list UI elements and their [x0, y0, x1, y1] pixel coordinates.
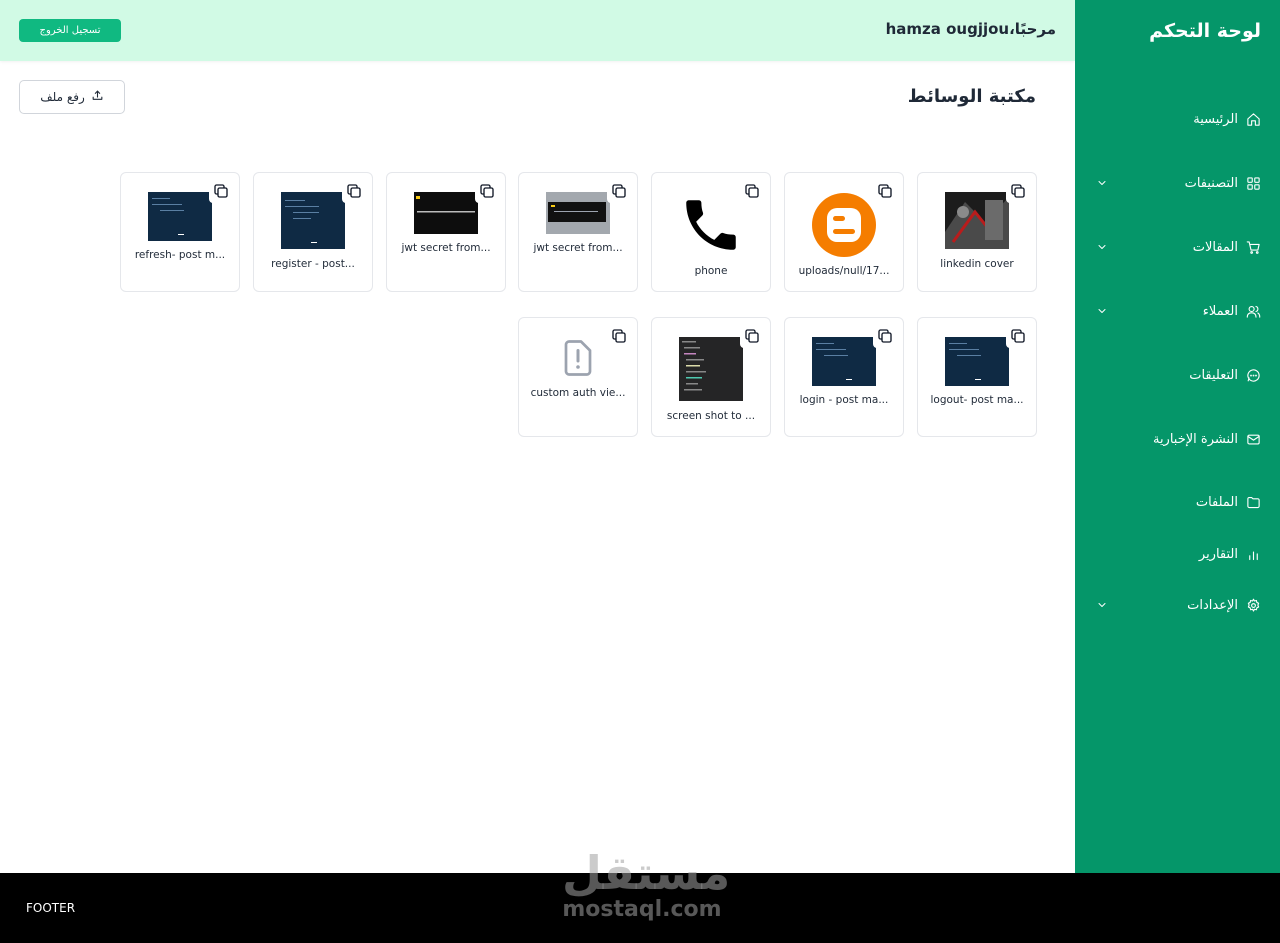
- file-name: phone: [694, 265, 728, 277]
- home-icon: [1245, 111, 1261, 127]
- media-card[interactable]: jwt secret from...: [386, 172, 506, 292]
- upload-icon: [91, 89, 104, 105]
- file-alert-icon: [558, 336, 598, 380]
- image-thumbnail: [945, 337, 1009, 386]
- image-thumbnail: [148, 192, 212, 241]
- file-name: jwt secret from...: [401, 242, 491, 254]
- media-card[interactable]: uploads/null/17...: [784, 172, 904, 292]
- image-thumbnail: [679, 337, 743, 401]
- sidebar-item-customers[interactable]: العملاء: [1075, 297, 1280, 325]
- file-name: logout- post ma...: [930, 394, 1024, 406]
- media-card[interactable]: jwt secret from...: [518, 172, 638, 292]
- file-name: linkedin cover: [940, 258, 1014, 270]
- blogger-logo-thumbnail: [811, 192, 877, 258]
- gear-icon: [1245, 597, 1261, 613]
- file-name: screen shot to ...: [666, 410, 756, 422]
- sidebar-item-comments[interactable]: التعليقات: [1075, 361, 1280, 389]
- copy-icon[interactable]: [209, 179, 233, 203]
- mail-icon: [1245, 431, 1261, 447]
- message-icon: [1245, 367, 1261, 383]
- file-name: login - post ma...: [799, 394, 889, 406]
- file-name: custom auth vie...: [530, 387, 626, 399]
- file-name: jwt secret from...: [533, 242, 623, 254]
- watermark: مستقل mostaql.com: [562, 846, 731, 922]
- image-thumbnail: [546, 192, 610, 234]
- copy-icon[interactable]: [740, 324, 764, 348]
- phone-icon: [678, 192, 744, 258]
- copy-icon[interactable]: [873, 179, 897, 203]
- sidebar-item-home[interactable]: الرئيسية: [1075, 105, 1280, 133]
- chevron-down-icon[interactable]: [1095, 304, 1109, 318]
- sidebar: لوحة التحكم الرئيسية التصنيفات المقالات …: [1075, 0, 1280, 873]
- sidebar-item-files[interactable]: الملفات: [1075, 488, 1280, 516]
- sidebar-item-label: النشرة الإخبارية: [1152, 431, 1238, 447]
- cart-icon: [1245, 239, 1261, 255]
- footer-text: FOOTER: [26, 901, 76, 915]
- copy-icon[interactable]: [475, 179, 499, 203]
- grid-icon: [1245, 175, 1261, 191]
- media-card[interactable]: refresh- post m...: [120, 172, 240, 292]
- file-name: refresh- post m...: [134, 249, 226, 261]
- sidebar-item-label: العملاء: [1202, 303, 1238, 319]
- image-thumbnail: [812, 337, 876, 386]
- sidebar-item-articles[interactable]: المقالات: [1075, 233, 1280, 261]
- copy-icon[interactable]: [607, 179, 631, 203]
- sidebar-item-label: التقارير: [1198, 546, 1238, 562]
- watermark-arabic: مستقل: [562, 846, 731, 900]
- copy-icon[interactable]: [1006, 179, 1030, 203]
- sidebar-item-newsletter[interactable]: النشرة الإخبارية: [1075, 425, 1280, 453]
- media-card[interactable]: register - post...: [253, 172, 373, 292]
- media-card[interactable]: custom auth vie...: [518, 317, 638, 437]
- media-card[interactable]: logout- post ma...: [917, 317, 1037, 437]
- copy-icon[interactable]: [740, 179, 764, 203]
- sidebar-item-label: الرئيسية: [1193, 111, 1238, 127]
- copy-icon[interactable]: [873, 324, 897, 348]
- media-card[interactable]: phone: [651, 172, 771, 292]
- sidebar-item-label: الملفات: [1195, 494, 1238, 510]
- folder-icon: [1245, 494, 1261, 510]
- logout-button[interactable]: تسجيل الخروج: [19, 19, 121, 42]
- file-name: uploads/null/17...: [798, 265, 890, 277]
- sidebar-item-categories[interactable]: التصنيفات: [1075, 169, 1280, 197]
- chevron-down-icon[interactable]: [1095, 176, 1109, 190]
- copy-icon[interactable]: [342, 179, 366, 203]
- sidebar-title: لوحة التحكم: [1149, 20, 1261, 42]
- media-card[interactable]: screen shot to ...: [651, 317, 771, 437]
- users-icon: [1245, 303, 1261, 319]
- image-thumbnail: [414, 192, 478, 234]
- sidebar-item-label: التصنيفات: [1184, 175, 1238, 191]
- upload-file-button[interactable]: رفع ملف: [19, 80, 125, 114]
- sidebar-item-reports[interactable]: التقارير: [1075, 540, 1280, 568]
- sidebar-item-label: الإعدادات: [1187, 597, 1238, 613]
- chart-icon: [1245, 546, 1261, 562]
- sidebar-item-settings[interactable]: الإعدادات: [1075, 591, 1280, 619]
- chevron-down-icon[interactable]: [1095, 598, 1109, 612]
- file-name: register - post...: [271, 258, 355, 270]
- media-card[interactable]: linkedin cover: [917, 172, 1037, 292]
- sidebar-item-label: المقالات: [1192, 239, 1238, 255]
- page-title: مكتبة الوسائط: [907, 86, 1036, 107]
- greeting-text: مرحبًا،hamza ougjjou: [885, 20, 1056, 38]
- chevron-down-icon[interactable]: [1095, 240, 1109, 254]
- watermark-english: mostaql.com: [562, 897, 722, 922]
- top-header: تسجيل الخروج مرحبًا،hamza ougjjou: [0, 0, 1075, 61]
- copy-icon[interactable]: [1006, 324, 1030, 348]
- sidebar-item-label: التعليقات: [1189, 367, 1238, 383]
- copy-icon[interactable]: [607, 324, 631, 348]
- media-card[interactable]: login - post ma...: [784, 317, 904, 437]
- image-thumbnail: [281, 192, 345, 249]
- image-thumbnail: [945, 192, 1009, 249]
- upload-label: رفع ملف: [40, 90, 85, 104]
